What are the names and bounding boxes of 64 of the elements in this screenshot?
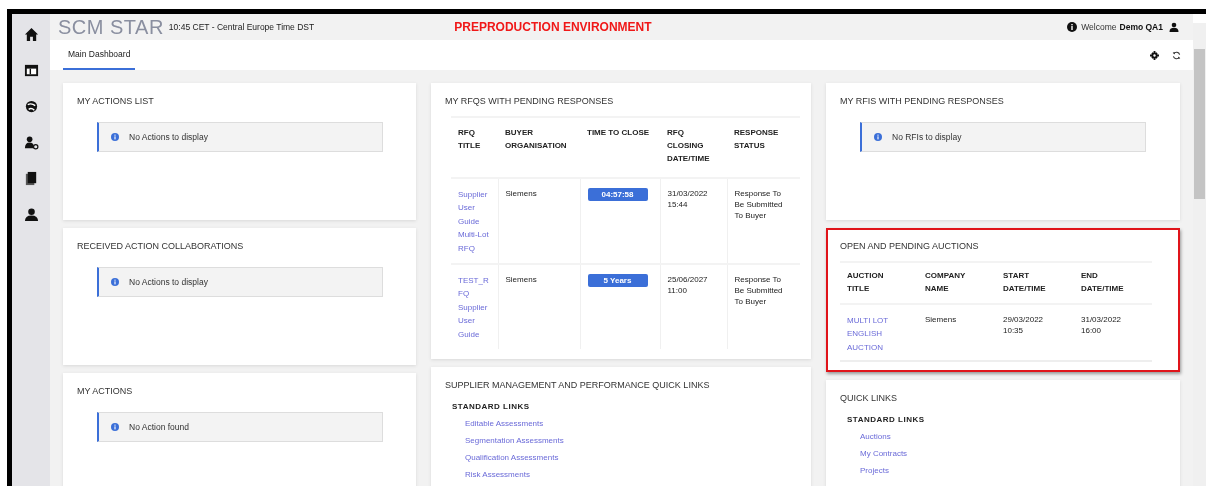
card-title: QUICK LINKS [840,393,898,404]
info-icon [111,133,119,141]
title-link[interactable]: Supplier User Guide Multi-Lot RFQ [458,188,492,256]
column-header: BUYER ORGANISATION [498,117,580,178]
table-cell: 31/03/2022 16:00 [1081,315,1122,335]
table-cell: Siemens [925,315,957,324]
user-check-icon[interactable] [23,135,39,150]
quick-link[interactable]: My Contracts [860,449,1166,459]
info-icon [111,278,119,286]
quick-link[interactable]: Segmentation Assessments [465,436,797,446]
column-header: TIME TO CLOSE [580,117,660,178]
card-title: OPEN AND PENDING AUCTIONS [840,241,980,251]
table-cell: 29/03/2022 10:35 [1003,315,1044,335]
section-heading: STANDARD LINKS [847,415,926,425]
card-title: RECEIVED ACTION COLLABORATIONS [77,241,245,251]
card-title: MY RFIS WITH PENDING RESPONSES [840,96,1005,106]
message-text: No Actions to display [129,132,208,142]
user-icon[interactable] [1169,22,1179,32]
welcome-text: Welcome [1081,22,1117,32]
layout-icon[interactable] [23,63,39,78]
title-link[interactable]: TEST_RFQ Supplier User Guide [458,274,492,342]
quick-link[interactable]: Projects [860,466,1166,476]
quick-link[interactable]: Qualification Assessments [465,453,797,463]
countdown-badge: 04:57:58 [587,188,648,201]
column-header: RESPONSE STATUS [727,117,800,178]
info-icon[interactable] [1067,22,1078,32]
user-name[interactable]: Demo QA1 [1119,22,1163,32]
message-text: No RFIs to display [892,132,962,142]
column-header: END DATE/TIME [1074,262,1152,304]
table-cell: 25/06/2027 11:00 [667,275,708,296]
card-title: SUPPLIER MANAGEMENT AND PERFORMANCE QUICK LINKS [445,380,711,391]
card-title: MY ACTIONS LIST [77,96,155,106]
quick-link[interactable]: Auctions [860,432,1166,442]
refresh-icon[interactable] [1172,50,1181,60]
message-text: No Action found [129,422,189,432]
home-icon[interactable] [23,27,39,42]
card-title: MY RFQS WITH PENDING RESPONSES [445,96,615,106]
quick-link[interactable]: Editable Assessments [465,419,797,429]
settings-icon[interactable] [1150,50,1159,60]
countdown-badge: 5 Years [587,274,648,288]
column-header: AUCTION TITLE [840,262,918,304]
card-title: MY ACTIONS [77,386,134,396]
table-cell: Siemens [505,275,537,285]
table-cell: Siemens [505,189,537,198]
column-header: COMPANY NAME [918,262,996,304]
column-header: START DATE/TIME [996,262,1074,304]
environment-label: PREPRODUCTION ENVIRONMENT [454,20,652,34]
logo: SCM STAR [58,15,164,39]
info-icon [111,423,119,431]
scrollbar[interactable] [1193,23,1206,486]
title-link[interactable]: MULTI LOT ENGLISH AUCTION [847,314,898,355]
table-cell: Response To Be Submitted To Buyer [734,275,783,307]
table-cell: 31/03/2022 15:44 [667,189,708,209]
time-text: 10:45 CET - Central Europe Time DST [168,22,315,32]
quick-link[interactable]: Risk Assessments [465,470,797,480]
section-heading: STANDARD LINKS [452,402,531,412]
tab[interactable]: Main Dashboard [63,40,136,70]
message-text: No Actions to display [129,277,208,287]
info-icon [874,133,882,141]
column-header: RFQ CLOSING DATE/TIME [660,117,727,178]
column-header: RFQ TITLE [451,117,498,178]
user-icon[interactable] [23,207,39,222]
documents-icon[interactable] [23,171,39,186]
table-cell: Response To Be Submitted To Buyer [734,189,783,220]
